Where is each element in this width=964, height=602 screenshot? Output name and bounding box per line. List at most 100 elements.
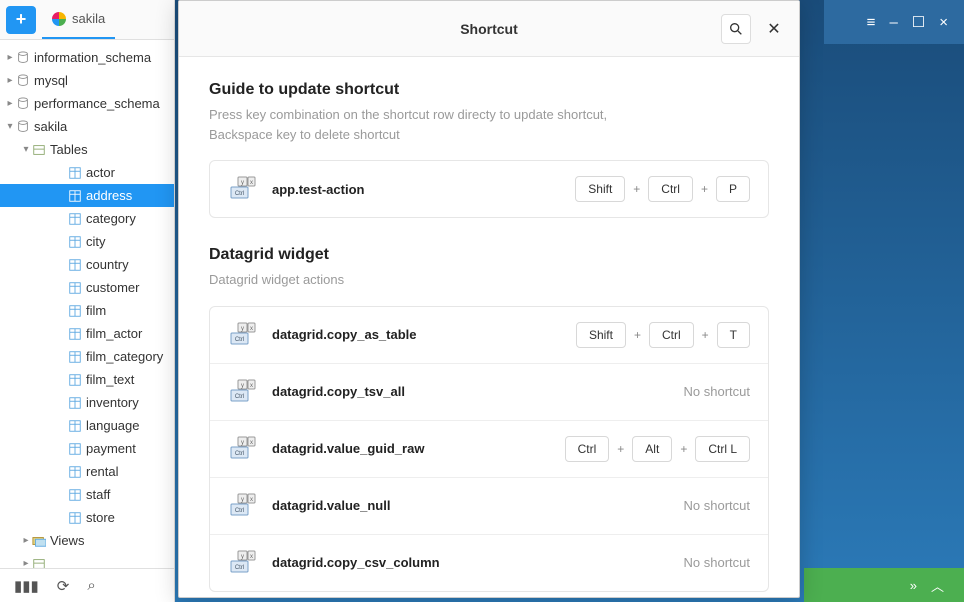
signal-icon[interactable]: ▮▮▮	[14, 577, 39, 595]
keyboard-icon: yxCtrl	[228, 175, 256, 203]
db-item[interactable]: ▸performance_schema	[0, 92, 174, 115]
table-item[interactable]: rental	[0, 460, 174, 483]
new-tab-button[interactable]: +	[6, 6, 36, 34]
table-item[interactable]: customer	[0, 276, 174, 299]
table-item[interactable]: language	[0, 414, 174, 437]
svg-text:Ctrl: Ctrl	[235, 451, 244, 457]
table-icon	[68, 442, 82, 456]
sidebar: + sakila ▸information_schema▸mysql▸perfo…	[0, 0, 175, 602]
svg-text:y: y	[241, 326, 244, 332]
shortcut-row[interactable]: yxCtrldatagrid.copy_csv_columnNo shortcu…	[210, 534, 768, 591]
key-badge: T	[717, 322, 750, 348]
table-item[interactable]: category	[0, 207, 174, 230]
modal-header: Shortcut ✕	[179, 1, 799, 57]
table-icon	[68, 465, 82, 479]
shortcut-row[interactable]: yxCtrldatagrid.value_guid_rawCtrl+Alt+Ct…	[210, 420, 768, 477]
folder-icon	[32, 143, 46, 157]
table-icon	[68, 258, 82, 272]
guide-heading: Guide to update shortcut	[209, 81, 769, 99]
shortcut-name: datagrid.value_null	[272, 498, 684, 513]
modal-search-button[interactable]	[721, 14, 751, 44]
table-item[interactable]: film_category	[0, 345, 174, 368]
table-item[interactable]: film	[0, 299, 174, 322]
table-icon	[68, 189, 82, 203]
status-bar: » ︿	[804, 568, 964, 602]
table-item[interactable]: city	[0, 230, 174, 253]
shortcut-keys: Shift+Ctrl+T	[576, 322, 750, 348]
modal-title: Shortcut	[460, 21, 518, 37]
shortcut-name: app.test-action	[272, 182, 575, 197]
svg-text:x: x	[250, 497, 253, 503]
database-icon	[16, 51, 30, 65]
db-item[interactable]: ▸mysql	[0, 69, 174, 92]
svg-text:x: x	[250, 383, 253, 389]
svg-text:x: x	[250, 180, 253, 186]
table-icon	[68, 511, 82, 525]
table-item[interactable]: actor	[0, 161, 174, 184]
table-icon	[68, 281, 82, 295]
modal-close-button[interactable]: ✕	[759, 14, 789, 44]
no-shortcut-label: No shortcut	[684, 555, 750, 570]
table-item[interactable]: payment	[0, 437, 174, 460]
shortcut-row[interactable]: yxCtrldatagrid.copy_tsv_allNo shortcut	[210, 363, 768, 420]
tables-folder[interactable]: ▾Tables	[0, 138, 174, 161]
svg-text:y: y	[241, 440, 244, 446]
table-item[interactable]: staff	[0, 483, 174, 506]
window-controls: ≡ – ☐ ×	[824, 0, 964, 44]
shortcut-row[interactable]: yxCtrldatagrid.value_nullNo shortcut	[210, 477, 768, 534]
svg-text:y: y	[241, 383, 244, 389]
menu-icon[interactable]: ≡	[867, 14, 876, 31]
maximize-button[interactable]: ☐	[912, 13, 925, 31]
shortcut-keys: Ctrl+Alt+Ctrl L	[565, 436, 750, 462]
status-forward-icon[interactable]: »	[910, 578, 917, 593]
guide-example-card: yxCtrl app.test-action Shift+Ctrl+P	[209, 160, 769, 218]
key-badge: Ctrl L	[695, 436, 750, 462]
db-item[interactable]: ▾sakila	[0, 115, 174, 138]
database-icon	[16, 120, 30, 134]
keyboard-icon: yxCtrl	[228, 549, 256, 577]
datagrid-sub: Datagrid widget actions	[209, 270, 769, 290]
database-icon	[16, 97, 30, 111]
no-shortcut-label: No shortcut	[684, 384, 750, 399]
keyboard-icon: yxCtrl	[228, 492, 256, 520]
svg-text:Ctrl: Ctrl	[235, 337, 244, 343]
datagrid-shortcuts-card: yxCtrldatagrid.copy_as_tableShift+Ctrl+T…	[209, 306, 769, 592]
key-separator: +	[617, 442, 624, 456]
table-item[interactable]: address	[0, 184, 174, 207]
key-separator: +	[680, 442, 687, 456]
key-badge: Shift	[576, 322, 626, 348]
key-separator: +	[702, 328, 709, 342]
db-item[interactable]: ▸information_schema	[0, 46, 174, 69]
key-badge: Alt	[632, 436, 672, 462]
table-item[interactable]: inventory	[0, 391, 174, 414]
views-icon	[32, 534, 46, 548]
table-icon	[68, 327, 82, 341]
modal-body: Guide to update shortcut Press key combi…	[179, 57, 799, 597]
svg-text:x: x	[250, 326, 253, 332]
database-tree[interactable]: ▸information_schema▸mysql▸performance_sc…	[0, 40, 174, 568]
key-separator: +	[701, 182, 708, 196]
more-folder[interactable]: ▸	[0, 552, 174, 568]
folder-icon	[32, 557, 46, 569]
minimize-button[interactable]: –	[889, 14, 897, 31]
search-icon[interactable]: ⌕	[87, 577, 95, 594]
shortcut-row[interactable]: yxCtrldatagrid.copy_as_tableShift+Ctrl+T	[210, 307, 768, 363]
shortcut-row[interactable]: yxCtrl app.test-action Shift+Ctrl+P	[210, 161, 768, 217]
sidebar-bottom-toolbar: ▮▮▮ ⟳ ⌕	[0, 568, 174, 602]
svg-text:x: x	[250, 554, 253, 560]
svg-text:Ctrl: Ctrl	[235, 394, 244, 400]
key-badge: Shift	[575, 176, 625, 202]
views-folder[interactable]: ▸Views	[0, 529, 174, 552]
table-item[interactable]: film_text	[0, 368, 174, 391]
key-separator: +	[633, 182, 640, 196]
table-icon	[68, 166, 82, 180]
table-item[interactable]: film_actor	[0, 322, 174, 345]
database-icon	[16, 74, 30, 88]
shortcut-name: datagrid.value_guid_raw	[272, 441, 565, 456]
refresh-icon[interactable]: ⟳	[57, 577, 70, 595]
connection-tab[interactable]: sakila	[42, 0, 115, 39]
close-window-button[interactable]: ×	[939, 14, 948, 31]
status-up-icon[interactable]: ︿	[931, 576, 944, 595]
table-item[interactable]: country	[0, 253, 174, 276]
table-item[interactable]: store	[0, 506, 174, 529]
